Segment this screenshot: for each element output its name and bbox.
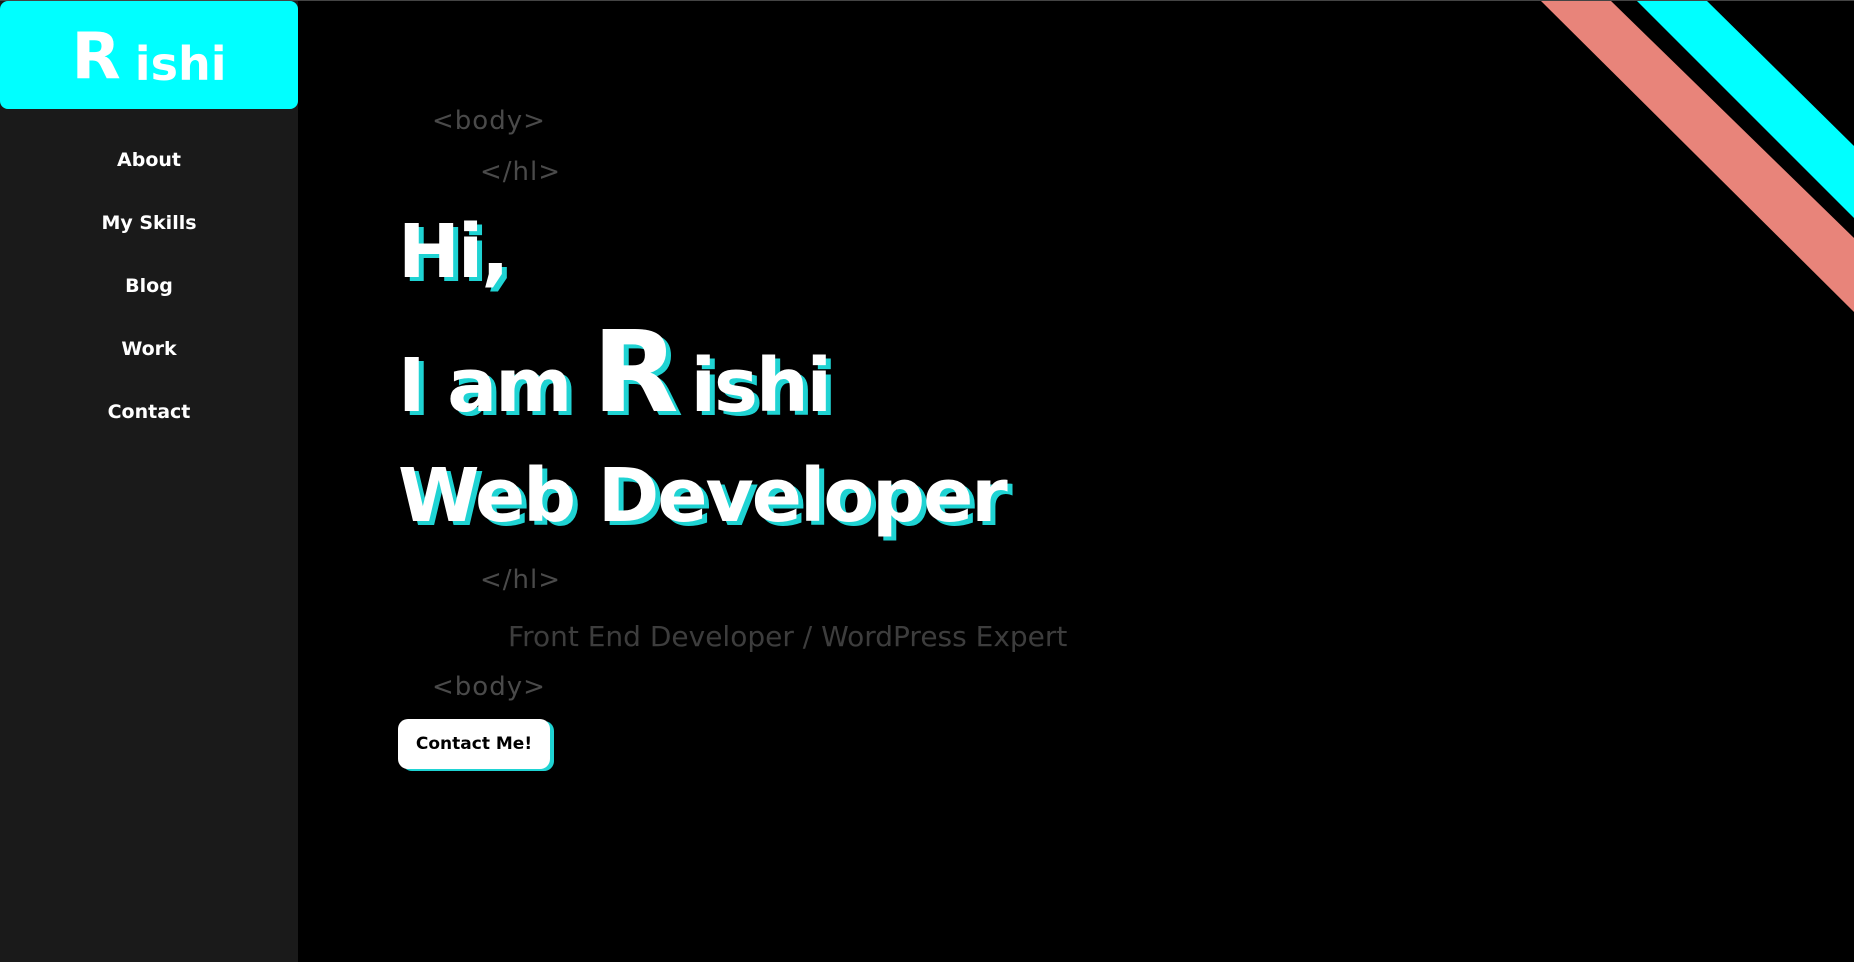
logo[interactable]: R ishi <box>0 1 298 109</box>
decorative-stripes <box>1540 0 1854 312</box>
hero-greeting: Hi, <box>398 209 509 295</box>
contact-me-button[interactable]: Contact Me! <box>398 719 550 769</box>
nav-item-work[interactable]: Work <box>0 329 298 392</box>
hero-intro: I am Rishi <box>398 317 832 441</box>
main-nav: About My Skills Blog Work Contact <box>0 140 298 455</box>
sidebar: R ishi About My Skills Blog Work Contact <box>0 0 298 962</box>
nav-item-blog[interactable]: Blog <box>0 266 298 329</box>
h1-open-tag: </hl> <box>480 157 562 187</box>
page: R ishi About My Skills Blog Work Contact… <box>0 0 1854 962</box>
logo-text: ishi <box>134 37 227 91</box>
hero-subtitle: Front End Developer / WordPress Expert <box>508 620 1068 653</box>
top-border <box>0 0 1854 1</box>
hero-role: Web Developer <box>398 453 1008 539</box>
hero-name-initial: R <box>592 308 678 438</box>
h1-close-tag: </hl> <box>480 565 562 595</box>
body-close-tag: <body> <box>432 672 546 702</box>
nav-item-about[interactable]: About <box>0 140 298 203</box>
logo-initial: R <box>71 20 121 94</box>
nav-item-my-skills[interactable]: My Skills <box>0 203 298 266</box>
hero-name-rest: ishi <box>690 343 832 429</box>
nav-item-contact[interactable]: Contact <box>0 392 298 455</box>
hero-intro-prefix: I am <box>398 343 572 429</box>
body-open-tag: <body> <box>432 106 546 136</box>
